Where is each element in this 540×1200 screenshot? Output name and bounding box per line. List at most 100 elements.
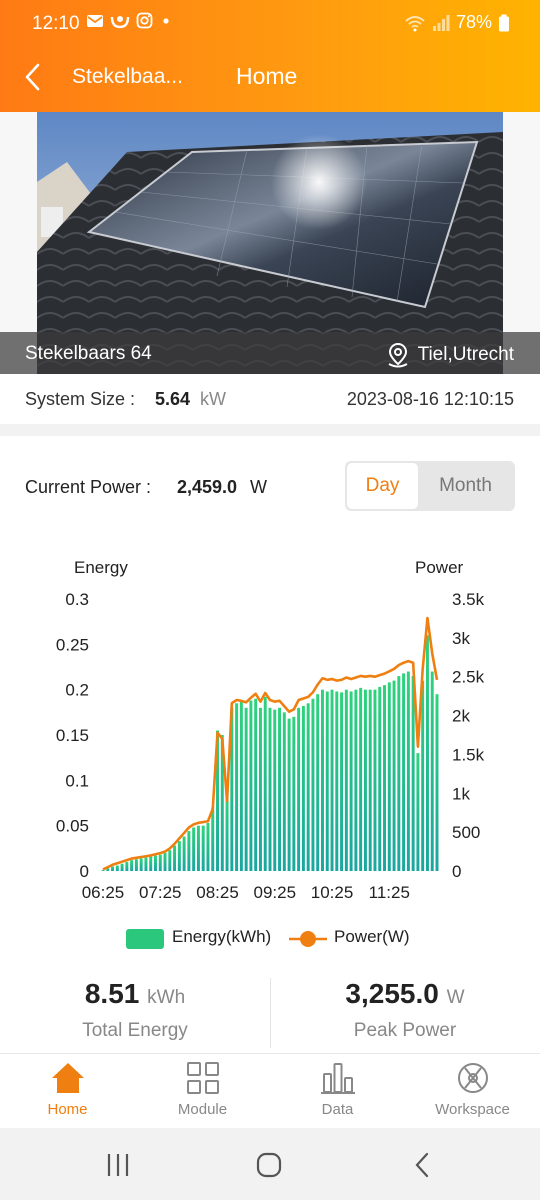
energy-bar bbox=[149, 856, 153, 871]
energy-bar bbox=[268, 707, 272, 871]
home-button[interactable] bbox=[250, 1150, 290, 1180]
system-back-button[interactable] bbox=[405, 1150, 445, 1180]
right-tick-label: 2k bbox=[452, 707, 470, 726]
tab-day[interactable]: Day bbox=[347, 463, 418, 509]
energy-bar bbox=[406, 671, 410, 871]
bottom-nav: Home Module Data Workspace bbox=[0, 1053, 540, 1128]
current-power-value: 2,459.0 bbox=[177, 477, 238, 497]
energy-bar bbox=[254, 698, 258, 871]
nav-module[interactable]: Module bbox=[135, 1054, 270, 1129]
energy-bar bbox=[402, 673, 406, 871]
left-tick-label: 0.15 bbox=[56, 726, 89, 745]
energy-bar bbox=[182, 836, 186, 871]
energy-bar bbox=[177, 841, 181, 871]
energy-bar bbox=[187, 831, 191, 871]
recents-button[interactable] bbox=[100, 1150, 140, 1180]
energy-bar bbox=[154, 855, 157, 871]
left-tick-label: 0.1 bbox=[65, 771, 89, 790]
energy-bar bbox=[258, 707, 262, 871]
nav-home-label: Home bbox=[47, 1101, 88, 1118]
energy-bar bbox=[115, 865, 119, 871]
energy-bar bbox=[297, 707, 301, 871]
system-size-label: System Size : bbox=[25, 389, 136, 409]
status-bar: 12:10 78% bbox=[0, 0, 540, 50]
right-tick-label: 500 bbox=[452, 823, 480, 842]
energy-bar bbox=[321, 689, 324, 871]
app-header: 12:10 78% Stekelbaa... Home bbox=[0, 0, 540, 112]
x-tick-label: 11:25 bbox=[369, 883, 410, 902]
energy-bar bbox=[287, 718, 291, 871]
right-tick-label: 0 bbox=[452, 862, 461, 881]
app-screen: 12:10 78% Stekelbaa... Home Stekelbaars … bbox=[0, 0, 540, 1200]
battery-percent: 78% bbox=[455, 12, 492, 32]
power-card: Current Power : 2,459.0 W Day Month Ener… bbox=[0, 436, 540, 1056]
legend-energy-swatch bbox=[126, 929, 164, 949]
total-energy-unit: kWh bbox=[147, 987, 186, 1008]
energy-bar bbox=[263, 696, 267, 871]
left-axis-title: Energy bbox=[74, 558, 128, 577]
recents-icon bbox=[107, 1154, 129, 1176]
photo-caption: Stekelbaars 64 Tiel,Utrecht bbox=[0, 332, 540, 374]
energy-bar bbox=[163, 852, 167, 871]
bar-chart-icon bbox=[321, 1063, 355, 1094]
chart-legend: Energy(kWh) Power(W) bbox=[0, 924, 540, 954]
x-tick-label: 07:25 bbox=[139, 883, 182, 902]
energy-bar bbox=[244, 707, 248, 871]
energy-bar bbox=[392, 680, 396, 871]
x-tick-label: 09:25 bbox=[253, 883, 296, 902]
grid-icon bbox=[187, 1062, 219, 1094]
energy-bar bbox=[411, 676, 415, 871]
current-power-label: Current Power : bbox=[25, 477, 152, 497]
left-tick-label: 0.3 bbox=[65, 590, 89, 609]
energy-bar bbox=[425, 635, 429, 871]
energy-bar bbox=[368, 689, 372, 871]
wifi-icon bbox=[405, 15, 425, 31]
energy-bar bbox=[120, 863, 124, 871]
nav-data[interactable]: Data bbox=[270, 1054, 405, 1129]
location-pin-icon bbox=[388, 342, 408, 368]
right-tick-label: 1.5k bbox=[452, 745, 485, 764]
energy-bar bbox=[416, 753, 420, 871]
signal-icon bbox=[432, 14, 450, 31]
nav-data-label: Data bbox=[321, 1101, 354, 1118]
peak-power-stat: 3,255.0 W Peak Power bbox=[270, 972, 540, 1056]
instagram-icon bbox=[136, 12, 153, 29]
total-energy-label: Total Energy bbox=[82, 1020, 188, 1041]
energy-bar bbox=[344, 689, 348, 871]
energy-bar bbox=[196, 825, 200, 871]
system-status-icons: 78% bbox=[404, 12, 510, 33]
energy-bar bbox=[306, 703, 310, 871]
system-info-row: System Size : 5.64 kW 2023-08-16 12:10:1… bbox=[0, 374, 540, 424]
nav-workspace[interactable]: Workspace bbox=[405, 1054, 540, 1129]
notification-icons bbox=[86, 12, 173, 29]
system-size-value: 5.64 bbox=[155, 389, 191, 409]
energy-bar bbox=[211, 807, 215, 871]
tab-month[interactable]: Month bbox=[418, 463, 513, 509]
location-text: Tiel,Utrecht bbox=[417, 344, 514, 365]
status-time: 12:10 bbox=[32, 13, 80, 34]
energy-bar bbox=[335, 691, 339, 871]
energy-bar bbox=[282, 712, 286, 871]
nav-home[interactable]: Home bbox=[0, 1054, 135, 1129]
energy-bar bbox=[158, 854, 162, 871]
energy-bar bbox=[144, 857, 148, 871]
energy-bar bbox=[168, 850, 172, 871]
energy-bar bbox=[239, 700, 243, 871]
update-timestamp: 2023-08-16 12:10:15 bbox=[346, 389, 514, 409]
chevron-left-icon bbox=[415, 1152, 429, 1178]
legend-power-swatch bbox=[289, 931, 327, 947]
energy-bar bbox=[378, 686, 382, 871]
left-tick-label: 0.05 bbox=[56, 817, 89, 836]
energy-bar bbox=[373, 689, 377, 871]
back-button[interactable] bbox=[20, 60, 50, 94]
energy-bar bbox=[354, 689, 358, 871]
peak-power-label: Peak Power bbox=[353, 1020, 457, 1041]
energy-bar bbox=[192, 827, 196, 871]
workspace-icon bbox=[458, 1063, 488, 1093]
legend-power-label: Power(W) bbox=[334, 927, 410, 946]
energy-bar bbox=[273, 709, 277, 871]
dot-icon bbox=[163, 17, 169, 24]
right-tick-label: 2.5k bbox=[452, 668, 485, 687]
energy-bar bbox=[111, 866, 115, 871]
right-tick-label: 1k bbox=[452, 784, 470, 803]
